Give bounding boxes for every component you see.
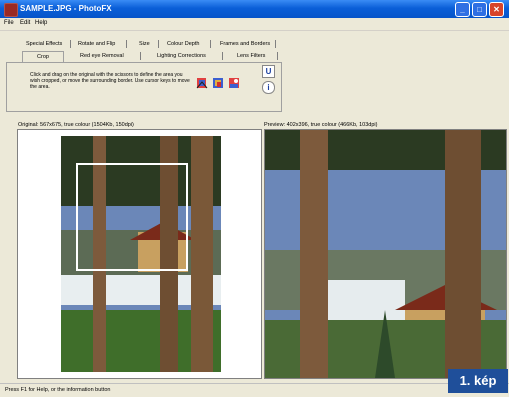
- tab-frames-and-borders[interactable]: Frames and Borders: [220, 41, 270, 47]
- tab-separator: [275, 40, 276, 48]
- close-button[interactable]: ✕: [489, 2, 504, 17]
- tab-separator: [140, 52, 141, 60]
- maximize-button[interactable]: □: [472, 2, 487, 17]
- menu-help[interactable]: Help: [35, 20, 47, 26]
- original-image-pane[interactable]: [17, 129, 262, 379]
- menu-file[interactable]: File: [4, 20, 14, 26]
- tab-size[interactable]: Size: [139, 41, 150, 47]
- status-bar: Press F1 for Help, or the information bu…: [0, 383, 509, 397]
- crop-scissors-icon[interactable]: [196, 76, 208, 90]
- figure-caption-badge: 1. kép: [448, 369, 508, 393]
- tab-red-eye-removal[interactable]: Red eye Removal: [80, 53, 124, 59]
- tab-separator: [210, 40, 211, 48]
- tab-separator: [70, 40, 71, 48]
- minimize-button[interactable]: _: [455, 2, 470, 17]
- tab-separator: [158, 40, 159, 48]
- status-text: Press F1 for Help, or the information bu…: [5, 387, 111, 393]
- tab-rotate-and-flip[interactable]: Rotate and Flip: [78, 41, 115, 47]
- crop-instructions: Click and drag on the original with the …: [30, 72, 190, 90]
- preview-image-pane: [264, 129, 507, 379]
- tab-separator: [222, 52, 223, 60]
- crop-reset-icon[interactable]: [228, 76, 240, 90]
- undo-button[interactable]: U: [262, 65, 275, 78]
- tab-separator: [277, 52, 278, 60]
- title-bar: SAMPLE.JPG - PhotoFX _ □ ✕: [0, 0, 509, 18]
- tab-lens-filters[interactable]: Lens Filters: [237, 53, 265, 59]
- tab-special-effects[interactable]: Special Effects: [26, 41, 62, 47]
- app-icon: [4, 3, 18, 17]
- tab-separator: [126, 40, 127, 48]
- window-title: SAMPLE.JPG - PhotoFX: [20, 4, 112, 13]
- info-button[interactable]: i: [262, 81, 275, 94]
- original-label: Original: 567x675, true colour (1504Kb, …: [18, 122, 134, 128]
- tab-colour-depth[interactable]: Colour Depth: [167, 41, 199, 47]
- original-photo: [61, 136, 221, 372]
- preview-label: Preview: 402x396, true colour (466Kb, 10…: [264, 122, 378, 128]
- crop-color-icon[interactable]: [212, 76, 224, 90]
- menu-bar: File Edit Help: [0, 18, 509, 31]
- tab-lighting-corrections[interactable]: Lighting Corrections: [157, 53, 206, 59]
- menu-edit[interactable]: Edit: [20, 20, 30, 26]
- preview-photo: [265, 130, 506, 378]
